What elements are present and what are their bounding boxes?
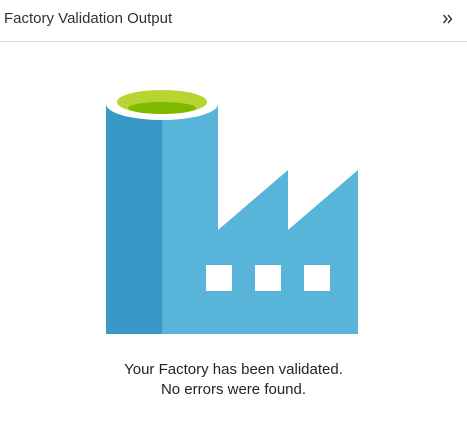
double-chevron-right-icon [442, 14, 453, 24]
factory-window [255, 265, 281, 291]
factory-window [206, 265, 232, 291]
validation-result-message: Your Factory has been validated. No erro… [0, 360, 467, 400]
collapse-panel-button[interactable] [435, 6, 461, 32]
factory-building [162, 104, 358, 334]
data-factory-icon [106, 88, 358, 334]
panel-header: Factory Validation Output [0, 0, 467, 42]
validation-success-text: Your Factory has been validated. [124, 361, 343, 378]
no-errors-text: No errors were found. [160, 381, 307, 398]
panel-title: Factory Validation Output [4, 10, 173, 27]
factory-tank [106, 104, 162, 334]
factory-window [304, 265, 330, 291]
tank-top-inner [128, 102, 196, 114]
